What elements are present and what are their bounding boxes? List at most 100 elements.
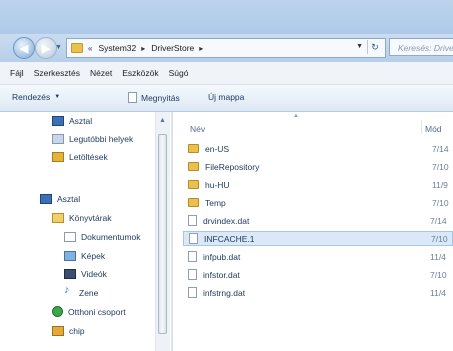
file-row[interactable]: en-US 7/14 xyxy=(183,141,453,156)
file-icon xyxy=(189,233,198,244)
file-row[interactable]: FileRepository 7/10 xyxy=(183,159,453,174)
nav-item-homegroup[interactable]: Otthoni csoport xyxy=(52,306,126,317)
desktop-icon xyxy=(40,194,52,204)
refresh-icon[interactable]: ↻ xyxy=(367,40,382,54)
file-name: en-US xyxy=(205,143,230,154)
file-date: 7/14 xyxy=(432,143,449,154)
nav-item-label: Asztal xyxy=(69,116,93,126)
recent-places-icon xyxy=(52,134,64,144)
file-date: 7/10 xyxy=(431,233,448,244)
nav-item-label: Legutóbbi helyek xyxy=(69,134,134,144)
nav-item-videos[interactable]: Videók xyxy=(64,269,107,279)
file-icon xyxy=(188,215,197,226)
back-button[interactable]: ◀ xyxy=(13,37,35,59)
menu-view[interactable]: Nézet xyxy=(90,68,112,78)
menu-edit[interactable]: Szerkesztés xyxy=(34,68,80,78)
new-folder-label: Új mappa xyxy=(208,92,245,102)
homegroup-icon xyxy=(52,306,63,317)
menu-tools[interactable]: Eszközök xyxy=(122,68,158,78)
menu-help[interactable]: Súgó xyxy=(169,68,189,78)
nav-item-libraries[interactable]: Könyvtárak xyxy=(52,213,112,223)
nav-item-label: Képek xyxy=(81,251,106,261)
nav-item-label: Asztal xyxy=(57,194,81,204)
open-button[interactable]: Megnyitás xyxy=(128,92,180,103)
file-name: infstor.dat xyxy=(203,269,240,280)
nav-item-label: Zene xyxy=(79,287,99,298)
organize-button[interactable]: Rendezés ▼ xyxy=(12,92,60,102)
file-row[interactable]: infstrng.dat 11/4 xyxy=(183,285,453,300)
window-titlebar xyxy=(0,0,453,34)
column-header-date-modified[interactable]: Mód xyxy=(425,124,442,134)
file-name: infstrng.dat xyxy=(203,287,246,298)
breadcrumb-overflow-icon[interactable]: « xyxy=(88,44,92,53)
file-row-selected[interactable]: INFCACHE.1 7/10 xyxy=(183,231,453,246)
nav-item-label: Otthoni csoport xyxy=(68,306,126,317)
column-header-name[interactable]: Név xyxy=(190,124,205,134)
pictures-icon xyxy=(64,251,76,261)
search-input[interactable]: Keresés: DriverStore xyxy=(389,38,453,56)
file-row[interactable]: drvindex.dat 7/14 xyxy=(183,213,453,228)
file-date: 7/10 xyxy=(432,197,449,208)
address-bar[interactable]: « System32 ▸ DriverStore ▸ ▼ ↻ xyxy=(66,38,386,58)
nav-item-desktop[interactable]: Asztal xyxy=(40,194,80,204)
folder-icon xyxy=(188,198,199,207)
new-folder-button[interactable]: Új mappa xyxy=(208,92,244,102)
back-arrow-icon: ◀ xyxy=(19,42,29,55)
nav-item-downloads[interactable]: Letöltések xyxy=(52,152,108,162)
sort-indicator-icon: ▲ xyxy=(293,113,299,119)
chevron-right-icon[interactable]: ▸ xyxy=(199,44,203,53)
nav-item-label: Könyvtárak xyxy=(69,213,112,223)
file-icon xyxy=(188,251,197,262)
menu-bar: Fájl Szerkesztés Nézet Eszközök Súgó xyxy=(0,62,453,85)
libraries-icon xyxy=(52,213,64,223)
file-row[interactable]: infstor.dat 7/10 xyxy=(183,267,453,282)
recent-pages-dropdown[interactable]: ▼ xyxy=(55,44,62,51)
scroll-thumb[interactable] xyxy=(158,134,167,334)
breadcrumb-driverstore[interactable]: DriverStore xyxy=(151,43,194,53)
nav-item-chip[interactable]: chip xyxy=(52,326,85,336)
file-row[interactable]: Temp 7/10 xyxy=(183,195,453,210)
file-date: 7/10 xyxy=(430,269,447,280)
folder-icon xyxy=(188,180,199,189)
open-label: Megnyitás xyxy=(141,92,180,103)
file-name: INFCACHE.1 xyxy=(204,233,255,244)
nav-item-desktop-favorite[interactable]: Asztal xyxy=(52,116,92,126)
file-icon xyxy=(188,269,197,280)
chevron-right-icon[interactable]: ▸ xyxy=(141,44,145,53)
documents-icon xyxy=(64,232,76,242)
folder-icon xyxy=(188,162,199,171)
file-date: 7/10 xyxy=(432,161,449,172)
menu-file[interactable]: Fájl xyxy=(10,68,24,78)
file-name: hu-HU xyxy=(205,179,230,190)
file-row[interactable]: hu-HU 11/9 xyxy=(183,177,453,192)
nav-item-label: Videók xyxy=(81,269,107,279)
desktop-icon xyxy=(52,116,64,126)
address-dropdown-icon[interactable]: ▼ xyxy=(356,43,363,50)
chevron-down-icon: ▼ xyxy=(54,94,61,100)
address-row: ◀ ▶ ▼ « System32 ▸ DriverStore ▸ ▼ ↻ Ker… xyxy=(0,34,453,62)
nav-scrollbar[interactable]: ▲ xyxy=(155,112,170,351)
forward-arrow-icon: ▶ xyxy=(41,42,51,55)
folder-icon xyxy=(71,43,83,53)
nav-item-music[interactable]: Zene xyxy=(64,287,98,298)
organize-label: Rendezés xyxy=(12,92,51,102)
file-date: 11/9 xyxy=(432,179,448,190)
file-name: FileRepository xyxy=(205,161,260,172)
file-icon xyxy=(188,287,197,298)
file-date: 7/14 xyxy=(430,215,447,226)
nav-item-label: Dokumentumok xyxy=(81,232,141,242)
folder-icon xyxy=(188,144,199,153)
file-name: Temp xyxy=(205,197,226,208)
nav-item-documents[interactable]: Dokumentumok xyxy=(64,232,155,242)
file-date: 11/4 xyxy=(430,287,446,298)
videos-icon xyxy=(64,269,76,279)
nav-item-recent-places[interactable]: Legutóbbi helyek xyxy=(52,134,133,144)
column-divider[interactable] xyxy=(421,120,422,134)
file-row[interactable]: infpub.dat 11/4 xyxy=(183,249,453,264)
nav-item-label: Letöltések xyxy=(69,152,108,162)
nav-item-pictures[interactable]: Képek xyxy=(64,251,105,261)
scroll-up-icon[interactable]: ▲ xyxy=(159,117,166,124)
forward-button[interactable]: ▶ xyxy=(35,37,57,59)
file-name: drvindex.dat xyxy=(203,215,250,226)
breadcrumb-system32[interactable]: System32 xyxy=(98,43,136,53)
